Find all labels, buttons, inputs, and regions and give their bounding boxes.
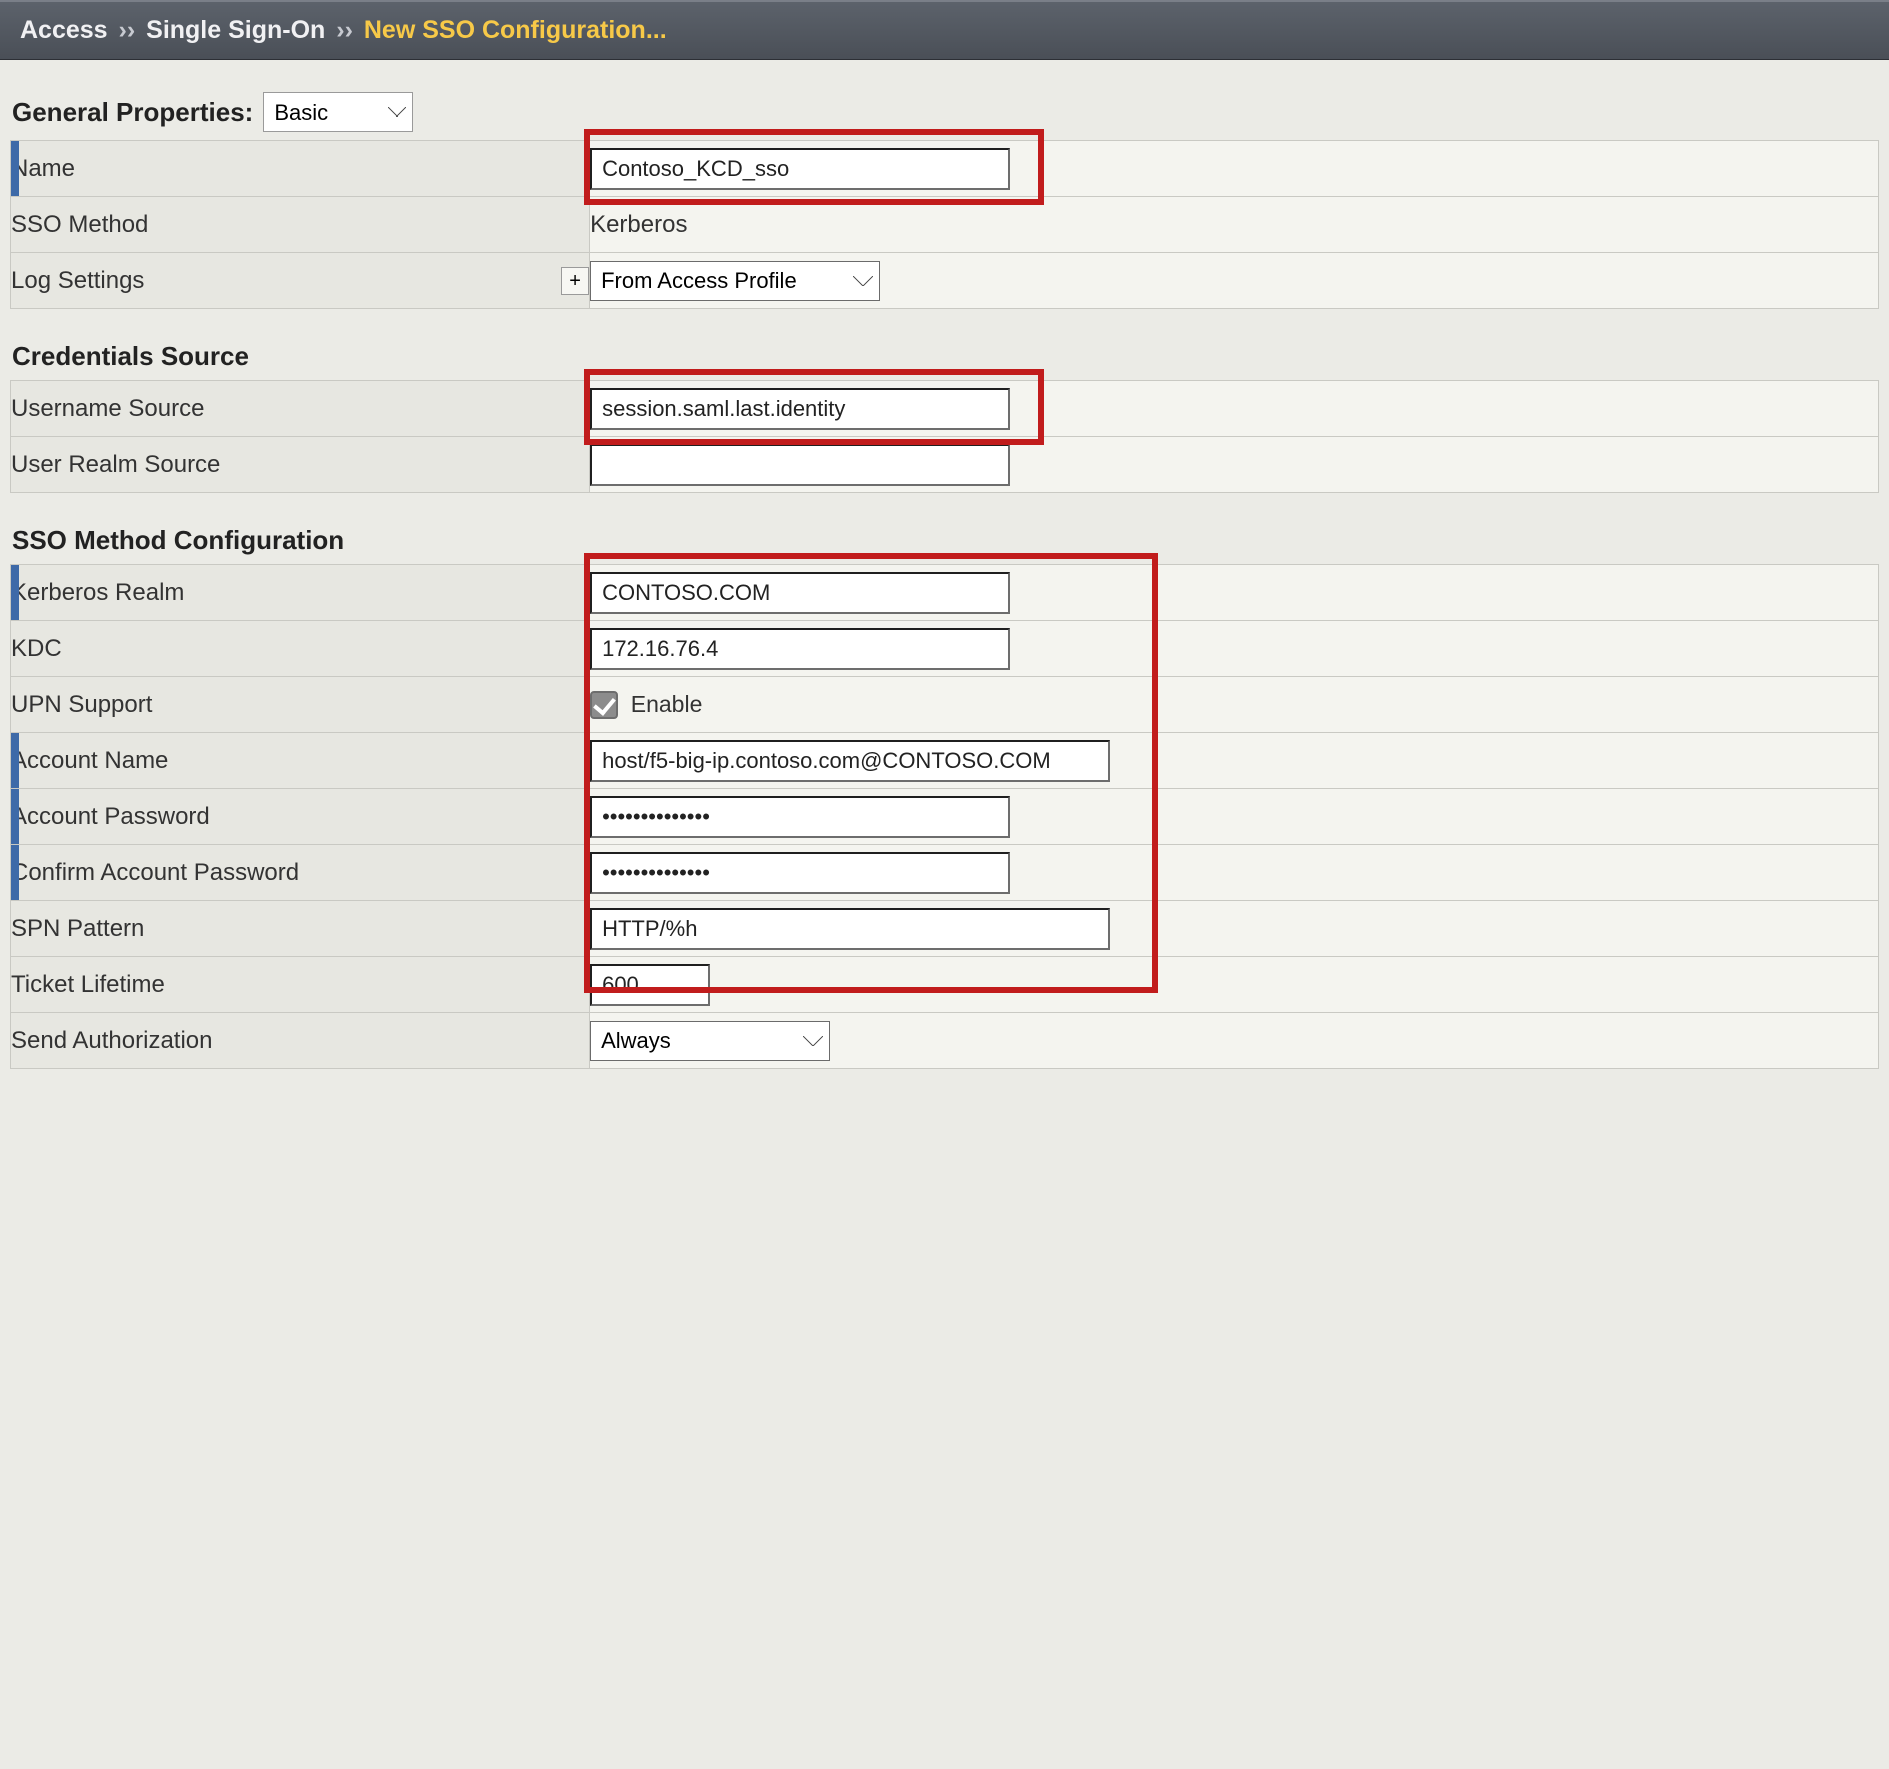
confirm-password-label-cell: Confirm Account Password [11, 845, 590, 901]
upn-support-label: UPN Support [11, 691, 152, 718]
kdc-value-cell [590, 621, 1879, 677]
username-source-value-cell [590, 381, 1879, 437]
spn-pattern-label: SPN Pattern [11, 915, 144, 942]
user-realm-source-input[interactable] [590, 444, 1010, 486]
breadcrumb-level1[interactable]: Access [20, 16, 108, 44]
sso-method-config-table: Kerberos Realm KDC UPN Support [10, 564, 1879, 1069]
breadcrumb: Access ›› Single Sign-On ›› New SSO Conf… [0, 0, 1889, 60]
log-settings-label: Log Settings [11, 267, 144, 295]
kerberos-realm-value-cell [590, 565, 1879, 621]
account-password-input[interactable] [590, 796, 1010, 838]
name-label: Name [11, 155, 75, 182]
upn-support-checkbox[interactable] [590, 691, 618, 719]
kdc-input[interactable] [590, 628, 1010, 670]
kdc-label: KDC [11, 635, 62, 662]
breadcrumb-level3: New SSO Configuration... [364, 16, 667, 44]
section-title-method: SSO Method Configuration [12, 525, 344, 556]
user-realm-source-label-cell: User Realm Source [11, 437, 590, 493]
name-input[interactable] [590, 148, 1010, 190]
spn-pattern-value-cell [590, 901, 1879, 957]
log-settings-select[interactable]: From Access Profile [590, 261, 880, 301]
log-settings-label-cell: Log Settings + [11, 253, 590, 309]
account-password-value-cell [590, 789, 1879, 845]
ticket-lifetime-label: Ticket Lifetime [11, 971, 165, 998]
ticket-lifetime-input[interactable] [590, 964, 710, 1006]
user-realm-source-value-cell [590, 437, 1879, 493]
send-authorization-select[interactable]: Always [590, 1021, 830, 1061]
sso-method-label-cell: SSO Method [11, 197, 590, 253]
log-settings-add-button[interactable]: + [561, 267, 589, 295]
name-value-cell [590, 141, 1879, 197]
upn-support-value-cell: Enable [590, 677, 1879, 733]
name-label-cell: Name [11, 141, 590, 197]
kerberos-realm-label: Kerberos Realm [11, 579, 184, 606]
account-name-input[interactable] [590, 740, 1110, 782]
ticket-lifetime-value-cell [590, 957, 1879, 1013]
breadcrumb-sep-2: ›› [332, 16, 357, 44]
upn-support-checkbox-label: Enable [631, 691, 703, 717]
section-title-general: General Properties: [12, 97, 253, 128]
properties-mode-select[interactable]: Basic [263, 92, 413, 132]
sso-method-value: Kerberos [590, 211, 687, 238]
ticket-lifetime-label-cell: Ticket Lifetime [11, 957, 590, 1013]
username-source-label-cell: Username Source [11, 381, 590, 437]
upn-support-label-cell: UPN Support [11, 677, 590, 733]
confirm-password-value-cell [590, 845, 1879, 901]
credentials-source-table: Username Source User Realm Source [10, 380, 1879, 493]
breadcrumb-sep-1: ›› [115, 16, 140, 44]
account-password-label-cell: Account Password [11, 789, 590, 845]
kerberos-realm-label-cell: Kerberos Realm [11, 565, 590, 621]
account-password-label: Account Password [11, 803, 210, 830]
confirm-password-input[interactable] [590, 852, 1010, 894]
spn-pattern-input[interactable] [590, 908, 1110, 950]
spn-pattern-label-cell: SPN Pattern [11, 901, 590, 957]
log-settings-value-cell: From Access Profile [590, 253, 1879, 309]
user-realm-source-label: User Realm Source [11, 451, 220, 478]
account-name-label: Account Name [11, 747, 168, 774]
section-header-general: General Properties: Basic [10, 60, 1879, 140]
sso-method-value-cell: Kerberos [590, 197, 1879, 253]
account-name-value-cell [590, 733, 1879, 789]
confirm-password-label: Confirm Account Password [11, 859, 299, 886]
kerberos-realm-input[interactable] [590, 572, 1010, 614]
kdc-label-cell: KDC [11, 621, 590, 677]
username-source-label: Username Source [11, 395, 204, 422]
send-authorization-label: Send Authorization [11, 1027, 212, 1054]
send-authorization-label-cell: Send Authorization [11, 1013, 590, 1069]
send-authorization-value-cell: Always [590, 1013, 1879, 1069]
general-properties-table: Name SSO Method Kerberos Log Settin [10, 140, 1879, 309]
section-header-credentials: Credentials Source [10, 309, 1879, 380]
breadcrumb-level2[interactable]: Single Sign-On [146, 16, 325, 44]
section-header-method: SSO Method Configuration [10, 493, 1879, 564]
username-source-input[interactable] [590, 388, 1010, 430]
section-title-credentials: Credentials Source [12, 341, 249, 372]
account-name-label-cell: Account Name [11, 733, 590, 789]
sso-method-label: SSO Method [11, 211, 148, 238]
